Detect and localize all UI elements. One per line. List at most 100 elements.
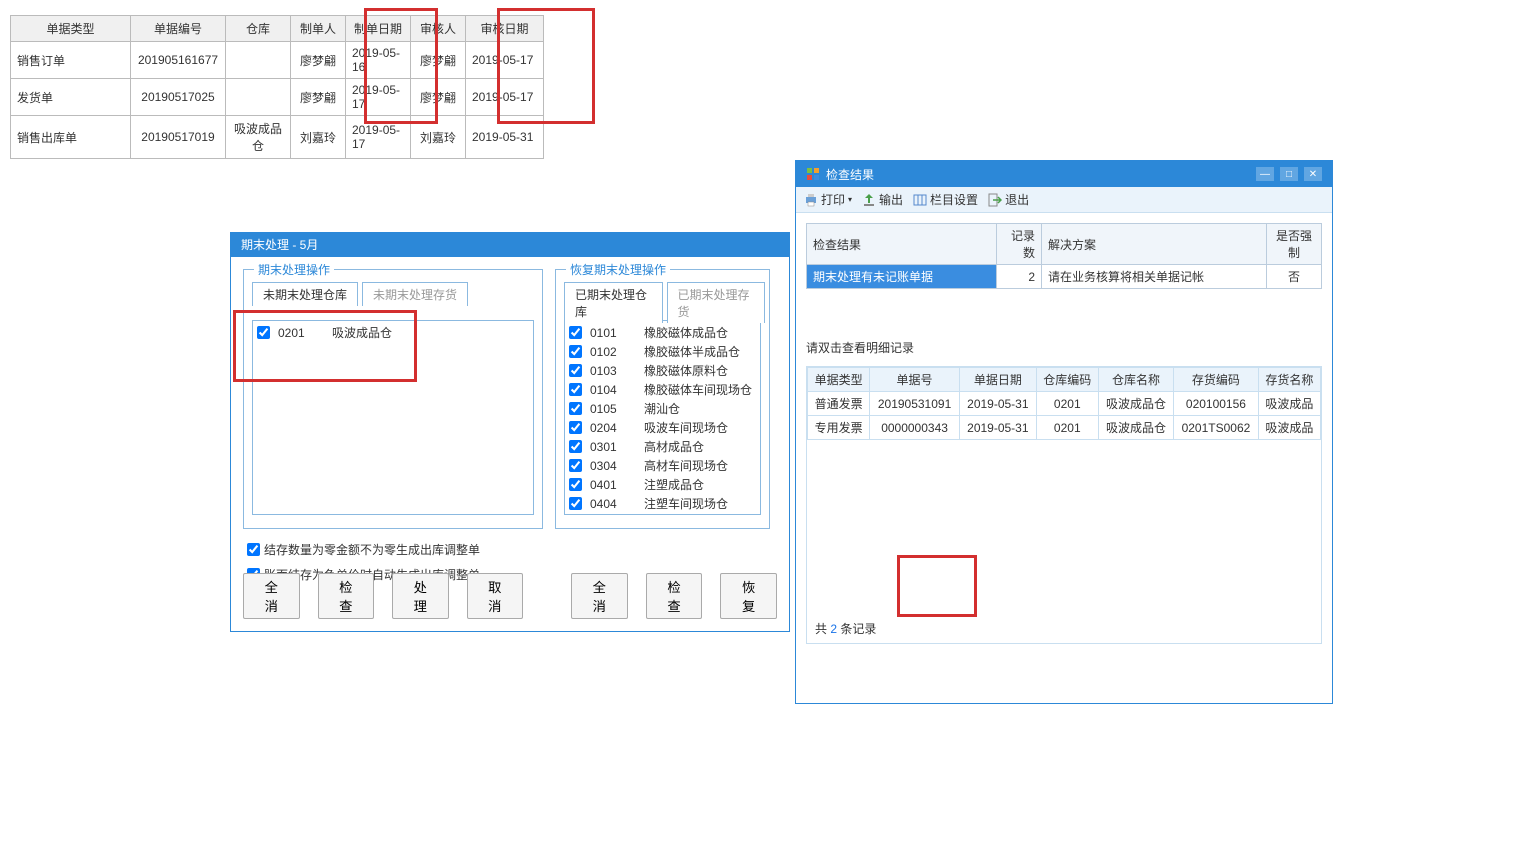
print-label: 打印 [821, 191, 845, 208]
table-cell: 2019-05-31 [466, 116, 544, 159]
minimize-button[interactable]: — [1256, 167, 1274, 181]
list-item-checkbox[interactable] [569, 421, 582, 434]
list-item[interactable]: 0102橡胶磁体半成品仓 [567, 342, 758, 361]
list-item-code: 0204 [590, 421, 640, 435]
list-item-checkbox[interactable] [257, 326, 270, 339]
table-row[interactable]: 专用发票00000003432019-05-310201吸波成品仓0201TS0… [808, 416, 1321, 440]
list-item[interactable]: 0301高材成品仓 [567, 437, 758, 456]
list-item-name: 橡胶磁体车间现场仓 [644, 381, 752, 398]
list-item[interactable]: 0103橡胶磁体原料仓 [567, 361, 758, 380]
table-cell: 专用发票 [808, 416, 870, 440]
list-item-checkbox[interactable] [569, 364, 582, 377]
processed-listbox[interactable]: 0101橡胶磁体成品仓0102橡胶磁体半成品仓0103橡胶磁体原料仓0104橡胶… [564, 320, 761, 515]
table-cell [226, 42, 291, 79]
unprocessed-listbox[interactable]: 0201吸波成品仓 [252, 320, 534, 515]
columns-icon [913, 193, 927, 207]
chk-zero-amount[interactable] [247, 543, 260, 556]
list-item-name: 高材成品仓 [644, 438, 704, 455]
list-item-code: 0102 [590, 345, 640, 359]
table-cell: 销售订单 [11, 42, 131, 79]
list-item[interactable]: 0104橡胶磁体车间现场仓 [567, 380, 758, 399]
dth-invname: 存货名称 [1258, 368, 1320, 392]
print-button[interactable]: 打印 ▾ [804, 191, 852, 208]
table-cell: 刘嘉玲 [411, 116, 466, 159]
th-makedate: 制单日期 [346, 16, 411, 42]
list-item-checkbox[interactable] [569, 345, 582, 358]
tab-processed-stock[interactable]: 已期末处理存货 [667, 282, 766, 323]
list-item-checkbox[interactable] [569, 326, 582, 339]
detail-grid[interactable]: 单据类型 单据号 单据日期 仓库编码 仓库名称 存货编码 存货名称 普通发票20… [807, 367, 1321, 440]
table-cell: 2019-05-31 [959, 416, 1036, 440]
list-item[interactable]: 0201吸波成品仓 [255, 323, 531, 342]
chk-zero-amount-row[interactable]: 结存数量为零金额不为零生成出库调整单 [247, 541, 480, 558]
cancel-button[interactable]: 取消 [467, 573, 524, 619]
list-item-checkbox[interactable] [569, 383, 582, 396]
process-button[interactable]: 处理 [392, 573, 449, 619]
check-button-2[interactable]: 检查 [646, 573, 703, 619]
list-item-name: 橡胶磁体成品仓 [644, 324, 728, 341]
list-item-name: 潮汕仓 [644, 400, 680, 417]
table-cell: 20190531091 [870, 392, 960, 416]
grid-row-selected[interactable]: 期末处理有未记账单据 2 请在业务核算将相关单据记帐 否 [807, 265, 1322, 289]
dth-whname: 仓库名称 [1098, 368, 1173, 392]
dialog-title[interactable]: 期末处理 - 5月 [231, 233, 789, 257]
table-row[interactable]: 销售出库单20190517019吸波成品仓刘嘉玲2019-05-17刘嘉玲201… [11, 116, 544, 159]
table-cell: 吸波成品仓 [226, 116, 291, 159]
list-item-checkbox[interactable] [569, 440, 582, 453]
exit-button[interactable]: 退出 [988, 191, 1029, 208]
table-cell: 2019-05-31 [959, 392, 1036, 416]
tab-unprocessed-warehouse[interactable]: 未期末处理仓库 [252, 282, 358, 306]
table-cell: 刘嘉玲 [291, 116, 346, 159]
tab-processed-warehouse[interactable]: 已期末处理仓库 [564, 282, 663, 323]
th-count: 记录数 [997, 224, 1042, 265]
list-item[interactable]: 0105潮汕仓 [567, 399, 758, 418]
close-button[interactable]: ✕ [1304, 167, 1322, 181]
list-item-checkbox[interactable] [569, 402, 582, 415]
list-item-name: 橡胶磁体原料仓 [644, 362, 728, 379]
table-row[interactable]: 销售订单201905161677廖梦翩2019-05-16廖梦翩2019-05-… [11, 42, 544, 79]
th-force: 是否强制 [1267, 224, 1322, 265]
dialog-title-bar[interactable]: 检查结果 — □ ✕ [796, 161, 1332, 187]
maximize-button[interactable]: □ [1280, 167, 1298, 181]
dialog-title-text: 检查结果 [826, 166, 874, 183]
clear-button[interactable]: 全消 [243, 573, 300, 619]
exit-icon [988, 193, 1002, 207]
table-cell: 2019-05-16 [346, 42, 411, 79]
tab-unprocessed-stock[interactable]: 未期末处理存货 [362, 282, 468, 306]
restore-ops-group: 恢复期末处理操作 已期末处理仓库 已期末处理存货 0101橡胶磁体成品仓0102… [555, 269, 770, 529]
th-solution: 解决方案 [1042, 224, 1267, 265]
chevron-down-icon: ▾ [848, 195, 852, 204]
th-docno: 单据编号 [131, 16, 226, 42]
th-auditor: 审核人 [411, 16, 466, 42]
export-button[interactable]: 输出 [862, 191, 903, 208]
hint-text: 请双击查看明细记录 [806, 339, 1322, 356]
list-item[interactable]: 0101橡胶磁体成品仓 [567, 323, 758, 342]
cell-force: 否 [1267, 265, 1322, 289]
table-cell: 20190517025 [131, 79, 226, 116]
table-cell: 吸波成品仓 [1098, 416, 1173, 440]
dth-doctype: 单据类型 [808, 368, 870, 392]
list-item-checkbox[interactable] [569, 459, 582, 472]
legend-left: 期末处理操作 [254, 261, 334, 278]
list-item[interactable]: 0404注塑车间现场仓 [567, 494, 758, 513]
table-row[interactable]: 发货单20190517025廖梦翩2019-05-17廖梦翩2019-05-17 [11, 79, 544, 116]
list-item-name: 注塑车间现场仓 [644, 495, 728, 512]
list-item[interactable]: 0204吸波车间现场仓 [567, 418, 758, 437]
table-cell [226, 79, 291, 116]
table-cell: 201905161677 [131, 42, 226, 79]
list-item[interactable]: 0304高材车间现场仓 [567, 456, 758, 475]
table-row[interactable]: 普通发票201905310912019-05-310201吸波成品仓020100… [808, 392, 1321, 416]
list-item-checkbox[interactable] [569, 478, 582, 491]
list-item[interactable]: 0504粉末冶金成品仓 [567, 513, 758, 515]
columns-button[interactable]: 栏目设置 [913, 191, 978, 208]
top-table: 单据类型 单据编号 仓库 制单人 制单日期 审核人 审核日期 销售订单20190… [10, 15, 544, 159]
toolbar: 打印 ▾ 输出 栏目设置 退出 [796, 187, 1332, 213]
list-item-checkbox[interactable] [569, 497, 582, 510]
restore-button[interactable]: 恢复 [720, 573, 777, 619]
list-item-name: 吸波成品仓 [332, 324, 392, 341]
list-item[interactable]: 0401注塑成品仓 [567, 475, 758, 494]
clear-button-2[interactable]: 全消 [571, 573, 628, 619]
check-result-grid[interactable]: 检查结果 记录数 解决方案 是否强制 期末处理有未记账单据 2 请在业务核算将相… [806, 223, 1322, 289]
check-button[interactable]: 检查 [318, 573, 375, 619]
th-doctype: 单据类型 [11, 16, 131, 42]
